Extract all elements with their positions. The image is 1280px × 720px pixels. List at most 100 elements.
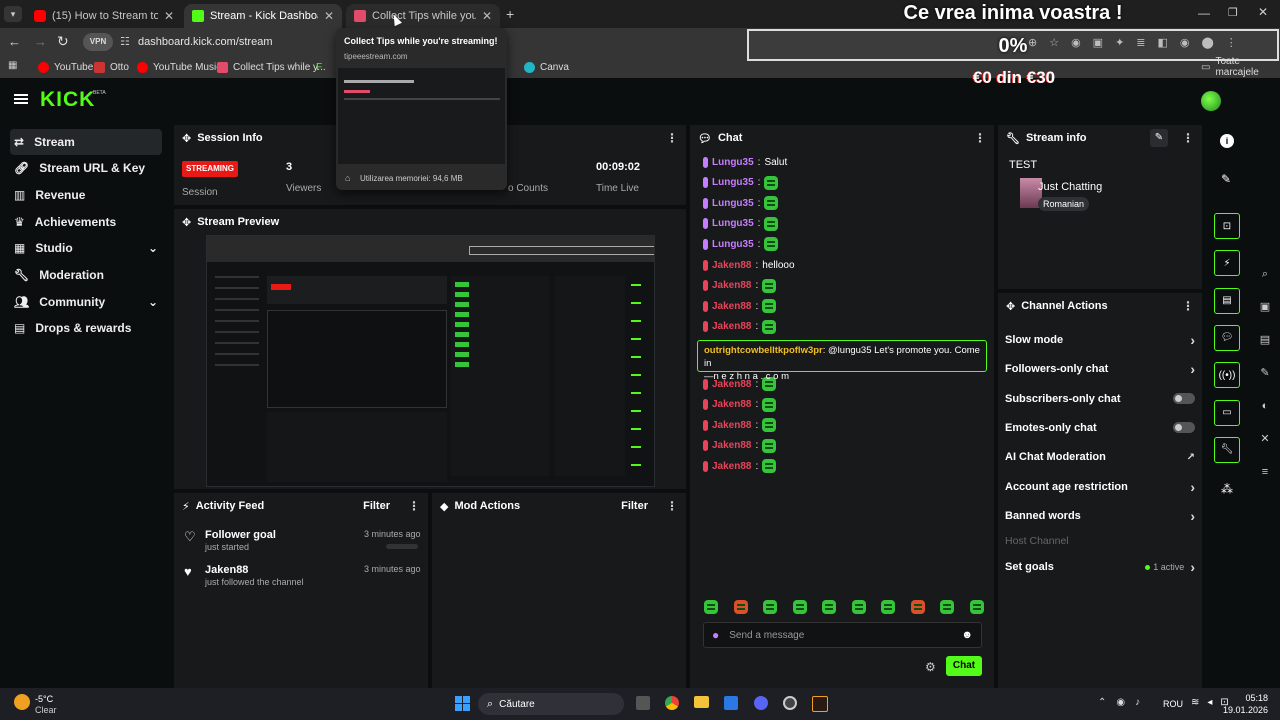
chat-username[interactable]: Lungu35 (712, 177, 754, 188)
language-indicator[interactable]: ROU (1163, 699, 1183, 709)
channel-action-row[interactable]: AI Chat Moderation ↗ (1005, 446, 1195, 468)
chat-username[interactable]: Jaken88 (712, 399, 751, 410)
filter-button[interactable]: Filter (621, 500, 648, 512)
close-icon[interactable]: ✕ (324, 9, 334, 23)
highlighted-message[interactable]: outrightcowbelltkpoflw3pr: @lungu35 Let'… (697, 340, 987, 382)
sidebar-item-community[interactable]: 👥︎ Community ⌄ (10, 289, 162, 315)
users-icon[interactable]: ⁂ (1221, 482, 1233, 496)
chat-username[interactable]: Jaken88 (712, 461, 751, 472)
emote-picker-icon[interactable] (881, 600, 896, 614)
chat-username[interactable]: Lungu35 (712, 218, 754, 229)
sidebar-item-moderation[interactable]: 🔧︎ Moderation (10, 262, 162, 288)
emote-picker-icon[interactable] (910, 600, 925, 614)
chat-username[interactable]: Jaken88 (712, 260, 751, 271)
reload-icon[interactable]: ↻ (57, 33, 69, 50)
restore-button[interactable]: ❐ (1228, 6, 1238, 19)
channel-action-row[interactable]: Followers-only chat › (1005, 358, 1195, 380)
chrome-icon[interactable] (665, 696, 680, 710)
info-icon[interactable]: i (1220, 134, 1234, 148)
start-icon[interactable] (455, 696, 470, 711)
sidebar-item-drops[interactable]: ▤ Drops & rewards (10, 315, 162, 341)
bookmark-youtube[interactable]: YouTube (38, 59, 93, 75)
minimize-button[interactable]: — (1198, 6, 1210, 20)
chat-username[interactable]: Lungu35 (712, 239, 754, 250)
more-icon[interactable]: ⋮ (1182, 299, 1194, 313)
notes-icon[interactable]: ▤ (1214, 287, 1240, 314)
tab-tipeee[interactable]: Collect Tips while you're stream ✕ (346, 4, 500, 28)
taskbar-search[interactable]: ⌕ Căutare (478, 693, 624, 715)
emote-picker-icon[interactable] (940, 600, 955, 614)
chat-username[interactable]: Jaken88 (712, 321, 751, 332)
site-info-icon[interactable]: ☷ (120, 35, 130, 48)
chat-username[interactable]: Jaken88 (712, 301, 751, 312)
kick-logo[interactable]: KICK (40, 88, 95, 112)
channel-action-row[interactable]: Banned words › (1005, 505, 1195, 527)
emote-picker-icon[interactable] (822, 600, 837, 614)
sidebar-item-stream[interactable]: ⇄ Stream (10, 129, 162, 155)
store-icon[interactable] (724, 696, 739, 710)
more-icon[interactable]: ⋮ (666, 499, 678, 513)
url-field[interactable]: dashboard.kick.com/stream (138, 36, 273, 48)
tab-youtube[interactable]: (15) How to Stream to Kick on P ✕ (26, 4, 182, 28)
chat-username[interactable]: outrightcowbelltkpoflw3pr (704, 345, 823, 356)
emote-picker-icon[interactable] (733, 600, 748, 614)
layout-icon[interactable]: ▭ (1214, 399, 1240, 426)
forward-icon[interactable]: → (34, 34, 47, 49)
chat-input[interactable]: ● Send a message ☻ (703, 622, 982, 648)
channel-action-row[interactable]: Emotes-only chat (1005, 417, 1195, 439)
close-icon[interactable]: ✕ (164, 9, 174, 23)
more-icon[interactable]: ⋮ (408, 499, 420, 513)
set-goals-row[interactable]: Set goals 1 active › (1005, 556, 1195, 578)
sidebar-item-stream-url[interactable]: 🔗︎ Stream URL & Key (10, 155, 162, 181)
new-tab-button[interactable]: + (506, 6, 514, 22)
chat-icon[interactable]: 💬︎ (1214, 324, 1240, 351)
hamburger-icon[interactable] (14, 94, 28, 104)
bookmark-tipeee[interactable]: Collect Tips while y... (217, 59, 326, 75)
more-icon[interactable]: ⋮ (974, 131, 986, 145)
edit-icon[interactable]: ✎ (1150, 129, 1168, 147)
chat-send-button[interactable]: Chat (946, 656, 982, 676)
apps-icon[interactable]: ▦ (8, 60, 17, 71)
explorer-icon[interactable] (694, 696, 710, 708)
emote-picker-icon[interactable] (792, 600, 807, 614)
obs-icon[interactable] (782, 696, 797, 710)
clock-time[interactable]: 05:18 (1220, 693, 1268, 703)
emote-picker-icon[interactable] (851, 600, 866, 614)
lightning-icon[interactable]: ⚡ (1214, 250, 1240, 277)
back-icon[interactable]: ← (8, 34, 21, 49)
clock-date[interactable]: 19.01.2026 (1220, 705, 1268, 715)
gear-icon[interactable]: ⚙ (925, 660, 936, 674)
streamer-app-icon[interactable] (811, 696, 828, 712)
avatar[interactable] (1201, 91, 1221, 111)
stream-preview-video[interactable] (206, 235, 655, 487)
emote-picker-icon[interactable] (969, 600, 984, 614)
sidebar-item-revenue[interactable]: ▥ Revenue (10, 182, 162, 208)
sidebar-item-achievements[interactable]: ♛ Achievements (10, 209, 162, 235)
more-icon[interactable]: ⋮ (1182, 131, 1194, 145)
chat-username[interactable]: Jaken88 (712, 280, 751, 291)
more-icon[interactable]: ⋮ (666, 131, 678, 145)
bookmark-canva[interactable]: Canva (524, 59, 569, 75)
tab-kick-dashboard[interactable]: Stream - Kick Dashboard ✕ (184, 4, 342, 28)
channel-action-row[interactable]: Slow mode › (1005, 329, 1195, 351)
sidebar-item-studio[interactable]: ▦ Studio ⌄ (10, 235, 162, 261)
toggle-switch[interactable] (1173, 422, 1195, 434)
category-name[interactable]: Just Chatting (1038, 181, 1102, 193)
close-window-button[interactable]: ✕ (1258, 5, 1268, 19)
toggle-switch[interactable] (1173, 393, 1195, 405)
clip-icon[interactable]: ⊡ (1214, 213, 1240, 239)
chat-username[interactable]: Jaken88 (712, 420, 751, 431)
edit-icon[interactable]: ✎ (1221, 172, 1231, 186)
weather-icon[interactable] (14, 694, 30, 710)
broadcast-icon[interactable]: ((•)) (1214, 362, 1240, 389)
emote-picker-icon[interactable] (704, 600, 718, 614)
chat-username[interactable]: Lungu35 (712, 198, 754, 209)
filter-button[interactable]: Filter (363, 500, 390, 512)
emoji-icon[interactable]: ☻ (961, 629, 973, 641)
channel-action-row[interactable]: Account age restriction › (1005, 476, 1195, 498)
all-bookmarks[interactable]: ▭ Toate marcajele (1201, 56, 1280, 78)
close-icon[interactable]: ✕ (482, 9, 492, 23)
task-view-icon[interactable] (636, 696, 650, 710)
vpn-badge[interactable]: VPN (83, 33, 113, 51)
chat-username[interactable]: Jaken88 (712, 440, 751, 451)
